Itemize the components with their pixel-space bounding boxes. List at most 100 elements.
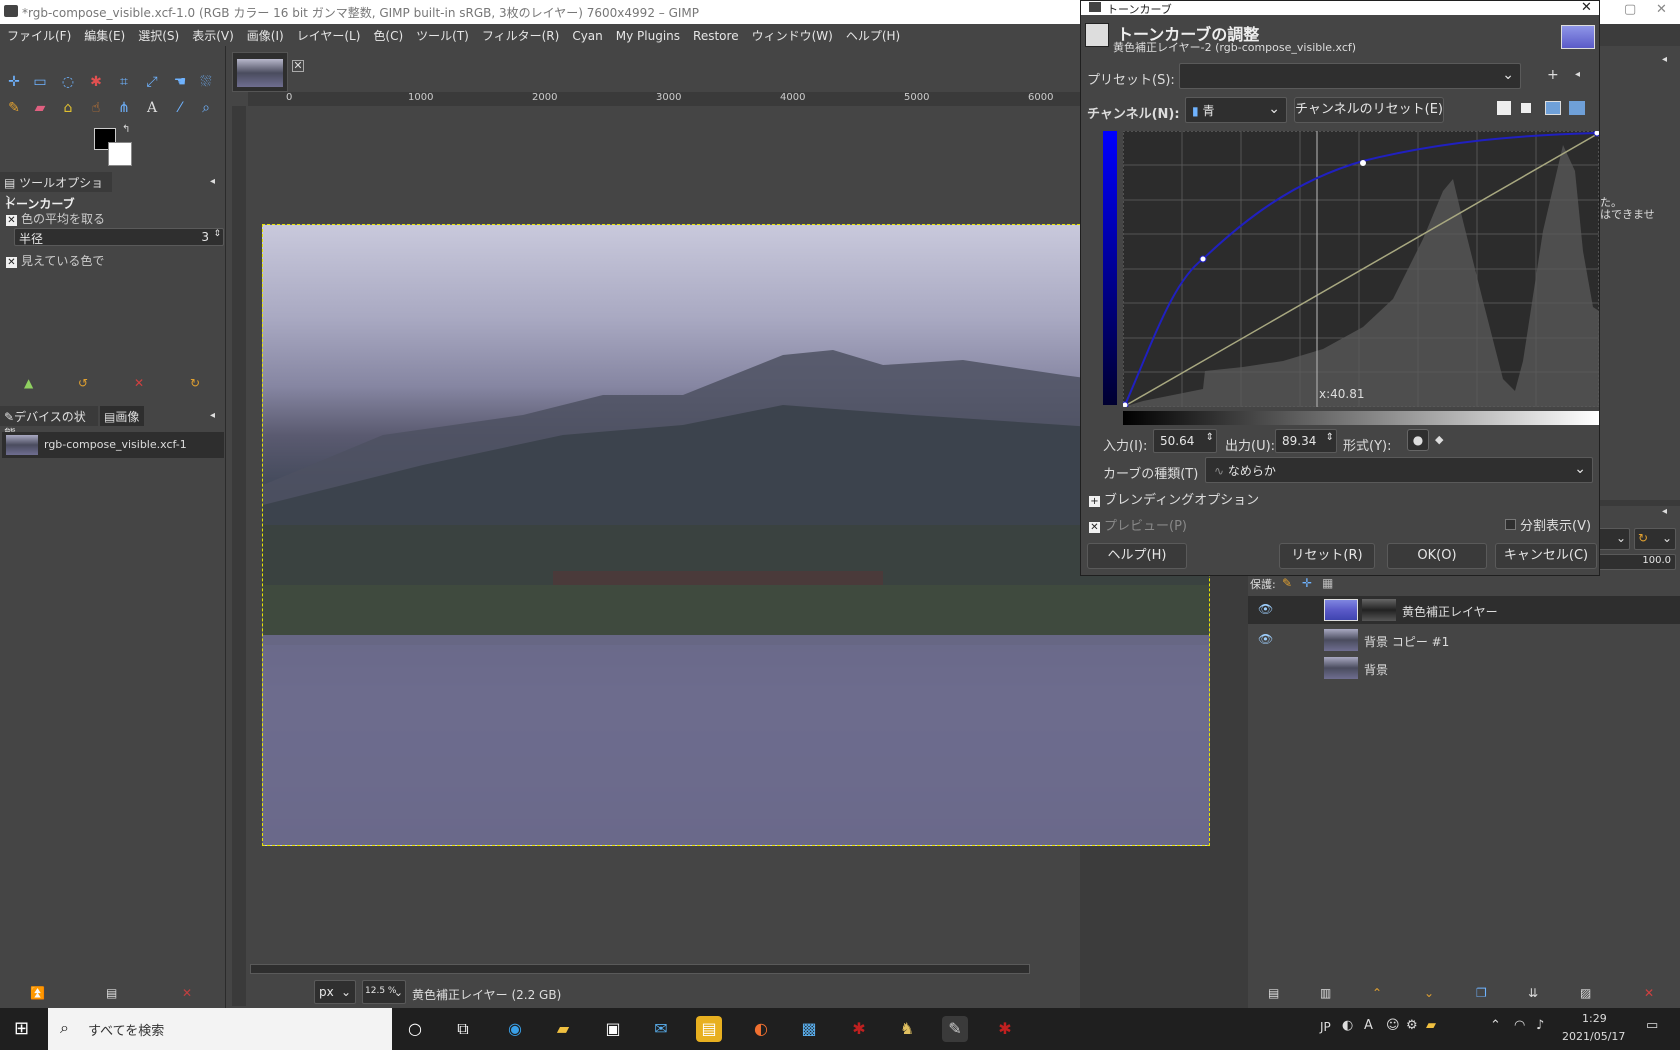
channel-select[interactable]: ▮ 青 ⌄ (1185, 97, 1287, 123)
text-tool-icon[interactable]: A (142, 98, 162, 118)
layer-mask-icon[interactable]: ▨ (1580, 986, 1591, 1000)
delete-layer-icon[interactable]: ✕ (1644, 986, 1654, 1000)
taskbar-search-box[interactable]: ⌕ すべてを検索 (48, 1008, 392, 1050)
menu-tools[interactable]: ツール(T) (409, 24, 475, 44)
visible-color-checkbox[interactable]: ✕ 見えている色で (6, 252, 104, 269)
layer-row[interactable]: 👁 黄色補正レイヤー (1248, 596, 1680, 624)
reset-options-icon[interactable]: ↻ (190, 376, 200, 390)
ok-button[interactable]: OK(O) (1387, 543, 1487, 569)
task-view-icon[interactable]: ⧉ (450, 1016, 476, 1042)
panel-menu-icon[interactable]: ◂ (210, 410, 215, 421)
eraser-tool-icon[interactable]: ▰ (30, 98, 50, 118)
panel-menu-icon[interactable]: ◂ (210, 176, 215, 187)
horizontal-scrollbar[interactable] (250, 964, 1030, 974)
paintbrush-tool-icon[interactable]: ✎ (4, 98, 24, 118)
menu-layer[interactable]: レイヤー(L) (290, 24, 367, 44)
network-icon[interactable]: ◠ (1514, 1018, 1525, 1033)
image-list-item[interactable]: rgb-compose_visible.xcf-1 (2, 432, 224, 458)
cancel-button[interactable]: キャンセル(C) (1495, 543, 1597, 569)
menu-select[interactable]: 選択(S) (131, 24, 185, 44)
sample-average-checkbox[interactable]: ✕ 色の平均を取る (6, 210, 105, 227)
clock-time[interactable]: 1:29 (1582, 1012, 1607, 1025)
reset-button[interactable]: リセット(R) (1279, 543, 1375, 569)
transform-tool-icon[interactable]: ⤢ (142, 72, 162, 92)
tray-icon-2[interactable]: ⚙ (1406, 1018, 1418, 1033)
lock-pixels-icon[interactable]: ✎ (1282, 576, 1292, 590)
gimp-taskbar-icon[interactable]: ✎ (942, 1016, 968, 1042)
app-icon-2[interactable]: ✱ (846, 1016, 872, 1042)
app-icon-3[interactable]: ♞ (894, 1016, 920, 1042)
rect-select-tool-icon[interactable]: ▭ (30, 72, 50, 92)
notifications-icon[interactable]: ▭ (1646, 1018, 1658, 1033)
ime-mode-icon[interactable]: A (1364, 1018, 1373, 1033)
cortana-icon[interactable]: ○ (402, 1016, 428, 1042)
smooth-point-button[interactable]: ● (1407, 429, 1429, 451)
image-tab[interactable] (232, 52, 288, 92)
spin-arrows-icon[interactable]: ⇕ (213, 229, 221, 239)
tray-icon-1[interactable]: ☺ (1386, 1018, 1400, 1033)
eye-icon[interactable]: 👁 (1258, 632, 1273, 646)
merge-layer-icon[interactable]: ⇊ (1528, 986, 1538, 1000)
lock-alpha-icon[interactable]: ▦ (1322, 576, 1333, 590)
unit-select[interactable]: px ⌄ (314, 980, 356, 1004)
delete-options-icon[interactable]: ✕ (134, 376, 144, 390)
spin-arrows-icon[interactable]: ⇕ (1206, 432, 1214, 443)
bucket-fill-tool-icon[interactable]: ⛆ (196, 72, 216, 92)
sticky-notes-icon[interactable]: ▤ (696, 1016, 722, 1042)
new-view-icon[interactable]: ▤ (106, 986, 117, 1000)
menu-restore[interactable]: Restore (686, 26, 745, 43)
layer-row[interactable]: 背景 (1248, 654, 1680, 682)
close-tab-icon[interactable]: ✕ (292, 60, 304, 72)
menu-windows[interactable]: ウィンドウ(W) (745, 24, 839, 44)
file-explorer-icon[interactable]: ▰ (550, 1016, 576, 1042)
menu-colors[interactable]: 色(C) (366, 24, 409, 44)
composite-select[interactable]: ↻ ⌄ (1634, 528, 1676, 550)
app-icon-1[interactable]: ▩ (796, 1016, 822, 1042)
lower-layer-icon[interactable]: ⌄ (1424, 986, 1434, 1000)
raise-image-icon[interactable]: ⏫ (30, 986, 45, 1000)
fuzzy-select-tool-icon[interactable]: ✱ (86, 72, 106, 92)
volume-icon[interactable]: ♪ (1536, 1018, 1544, 1033)
menu-help[interactable]: ヘルプ(H) (839, 24, 906, 44)
opacity-field[interactable]: 100.0 (1594, 554, 1676, 570)
store-icon[interactable]: ▣ (600, 1016, 626, 1042)
taskbar-language[interactable]: JP (1320, 1020, 1331, 1034)
ime-icon[interactable]: ◐ (1342, 1018, 1353, 1033)
move-tool-icon[interactable]: ✛ (4, 72, 24, 92)
raise-layer-icon[interactable]: ⌃ (1372, 986, 1382, 1000)
device-status-tab[interactable]: ✎デバイスの状態 (0, 406, 98, 441)
tool-options-tab[interactable]: ▤ ツールオプション (0, 172, 112, 207)
new-group-icon[interactable]: ▥ (1320, 986, 1331, 1000)
save-options-icon[interactable]: ▲ (24, 376, 33, 390)
windows-start-icon[interactable]: ⊞ (14, 1018, 29, 1039)
clock-date[interactable]: 2021/05/17 (1562, 1030, 1625, 1043)
menu-cyan[interactable]: Cyan (565, 26, 608, 43)
blending-options-expander[interactable]: + ブレンディングオプション (1089, 489, 1259, 508)
input-field[interactable]: 50.64 ⇕ (1153, 429, 1217, 453)
radius-field[interactable]: 半径 3 ⇕ (14, 228, 224, 246)
menu-view[interactable]: 表示(V) (185, 24, 240, 44)
linear-histogram-icon[interactable] (1497, 101, 1511, 115)
preset-select[interactable]: ⌄ (1179, 63, 1521, 89)
preset-menu-icon[interactable]: ◂ (1575, 69, 1580, 80)
lock-position-icon[interactable]: ✛ (1302, 576, 1312, 590)
menu-my-plugins[interactable]: My Plugins (609, 26, 686, 43)
zoom-tool-icon[interactable]: ⌕ (196, 98, 216, 118)
zoom-select[interactable]: 12.5 % ⌄ (362, 980, 406, 1004)
warp-tool-icon[interactable]: ☚ (170, 72, 190, 92)
eye-icon[interactable]: 👁 (1258, 602, 1273, 616)
panel-menu-icon[interactable]: ◂ (1662, 54, 1667, 65)
duplicate-layer-icon[interactable]: ❐ (1476, 986, 1487, 1000)
curve-graph[interactable] (1123, 131, 1599, 407)
crop-tool-icon[interactable]: ⌗ (114, 72, 134, 92)
close-icon[interactable]: ✕ (1656, 2, 1667, 17)
lasso-tool-icon[interactable]: ◌ (58, 72, 78, 92)
firefox-icon[interactable]: ◐ (748, 1016, 774, 1042)
close-image-icon[interactable]: ✕ (182, 986, 192, 1000)
log-histogram-icon[interactable] (1519, 101, 1533, 115)
curve-type-select[interactable]: ∿ なめらか ⌄ (1205, 457, 1593, 483)
restore-options-icon[interactable]: ↺ (78, 376, 88, 390)
mail-icon[interactable]: ✉ (648, 1016, 674, 1042)
images-tab[interactable]: ▤画像 (100, 406, 144, 426)
menu-image[interactable]: 画像(I) (240, 24, 290, 44)
